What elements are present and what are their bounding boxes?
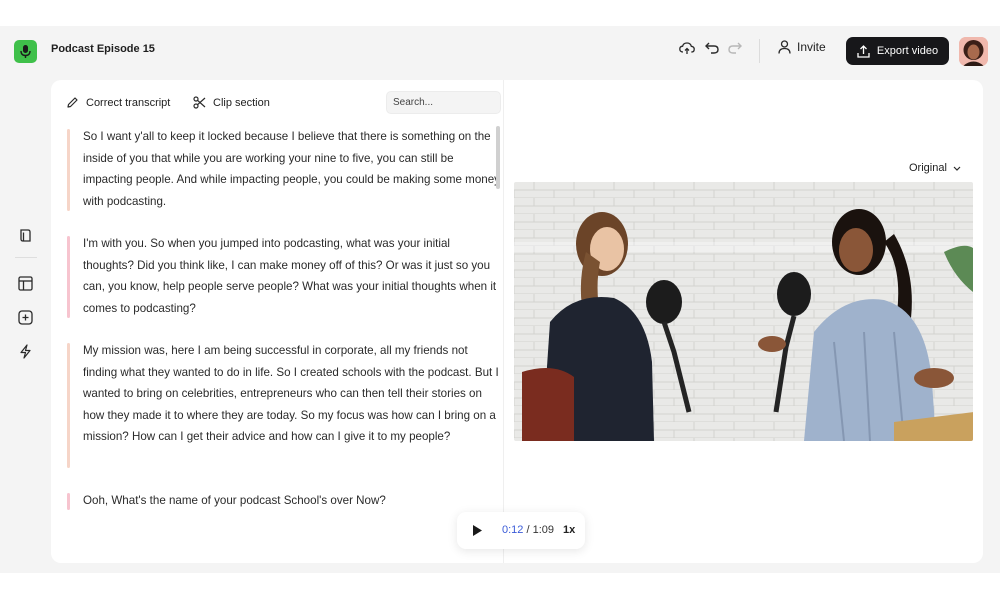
invite-label: Invite xyxy=(797,40,826,54)
person-icon xyxy=(778,40,791,54)
transcript-paragraph[interactable]: My mission was, here I am being successf… xyxy=(67,340,503,468)
user-avatar[interactable] xyxy=(959,37,988,66)
speaker-bar xyxy=(67,343,70,468)
paragraph-text: So I want y'all to keep it locked becaus… xyxy=(83,130,500,208)
invite-button[interactable]: Invite xyxy=(778,40,826,54)
export-video-button[interactable]: Export video xyxy=(846,37,949,65)
panel-divider xyxy=(503,80,504,563)
export-video-label: Export video xyxy=(876,45,939,57)
lightning-icon[interactable] xyxy=(16,342,34,360)
speaker-bar xyxy=(67,236,70,318)
top-bar: Podcast Episode 15 Invite Export video xyxy=(0,26,1000,76)
toolbar-divider xyxy=(759,39,760,63)
paragraph-text: Ooh, What's the name of your podcast Sch… xyxy=(83,494,386,507)
episode-title: Podcast Episode 15 xyxy=(51,43,155,55)
app-window: Podcast Episode 15 Invite Export video C… xyxy=(0,26,1000,573)
redo-icon[interactable] xyxy=(728,41,742,54)
correct-transcript-label: Correct transcript xyxy=(86,96,171,109)
duration: 1:09 xyxy=(532,524,555,536)
speaker-bar xyxy=(67,493,70,510)
transcript-paragraph[interactable]: So I want y'all to keep it locked becaus… xyxy=(67,126,503,212)
undo-icon[interactable] xyxy=(705,41,719,54)
add-square-icon[interactable] xyxy=(16,308,34,326)
transcript-paragraph[interactable]: Ooh, What's the name of your podcast Sch… xyxy=(67,490,503,512)
correct-transcript-button[interactable]: Correct transcript xyxy=(66,96,170,109)
speaker-bar xyxy=(67,129,70,211)
paragraph-text: My mission was, here I am being successf… xyxy=(83,344,499,443)
transcript-scrollbar[interactable] xyxy=(496,126,500,189)
layers-icon[interactable] xyxy=(16,226,34,244)
layout-icon[interactable] xyxy=(16,274,34,292)
chevron-down-icon xyxy=(953,166,961,171)
video-preview[interactable] xyxy=(514,182,973,441)
search-input[interactable] xyxy=(386,91,501,114)
quality-dropdown[interactable]: Original xyxy=(909,162,961,174)
paragraph-text: I'm with you. So when you jumped into po… xyxy=(83,237,497,315)
current-time: 0:12 xyxy=(502,524,524,536)
clip-section-label: Clip section xyxy=(213,96,270,109)
clip-section-button[interactable]: Clip section xyxy=(193,96,270,109)
time-separator: / xyxy=(523,524,533,536)
playback-speed-button[interactable]: 1x xyxy=(563,524,575,536)
quality-label: Original xyxy=(909,162,947,174)
playback-controls: 0:12 / 1:09 1x xyxy=(457,512,585,549)
pencil-icon xyxy=(67,97,78,108)
time-display: 0:12 / 1:09 xyxy=(502,524,554,536)
scissors-icon xyxy=(193,96,206,109)
upload-icon xyxy=(857,44,870,58)
microphone-icon[interactable] xyxy=(14,40,37,63)
cloud-sync-icon[interactable] xyxy=(679,41,695,55)
sidebar-divider xyxy=(15,257,37,258)
transcript-paragraph[interactable]: I'm with you. So when you jumped into po… xyxy=(67,233,503,319)
editor-panel: Correct transcript Clip section So I wan… xyxy=(51,80,983,563)
play-icon[interactable] xyxy=(471,524,483,537)
